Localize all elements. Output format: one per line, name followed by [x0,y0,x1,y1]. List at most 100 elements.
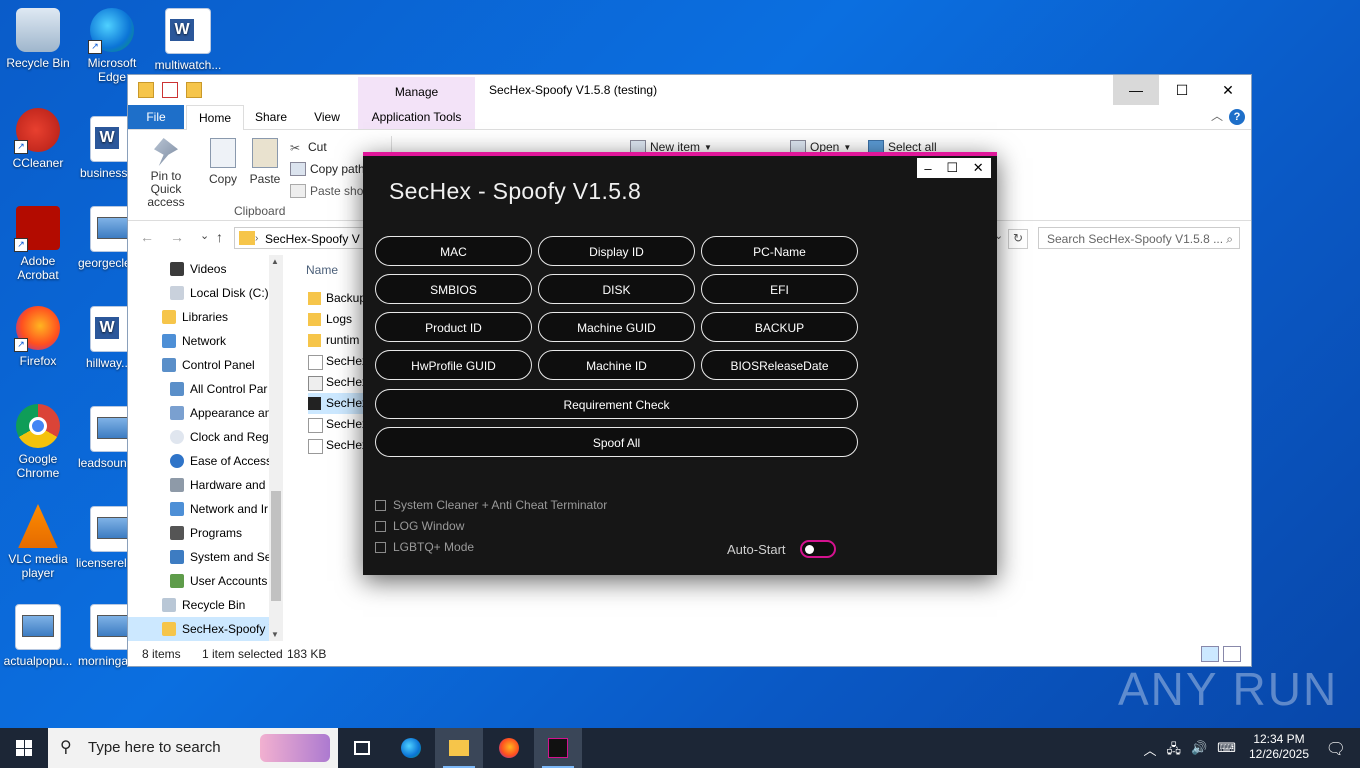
paste-button[interactable]: Paste [246,138,284,186]
paste-shortcut-button[interactable]: Paste short [290,184,371,198]
log-window-checkbox[interactable]: LOG Window [375,519,464,533]
tab-home[interactable]: Home [186,105,244,130]
close-button[interactable]: ✕ [1205,75,1251,105]
help-icon[interactable]: ? [1229,109,1245,125]
nav-item-local-disk[interactable]: Local Disk (C:) [128,281,269,305]
large-icons-view-icon[interactable] [1223,646,1241,662]
forward-arrow-icon[interactable]: → [170,229,184,245]
task-view-button[interactable] [338,728,386,768]
nav-item-ease-of-access[interactable]: Ease of Access [128,449,272,473]
volume-icon[interactable]: 🔊 [1191,740,1207,762]
file-row[interactable]: SecHex [308,435,368,456]
desktop-icon-licenserel[interactable]: licenserel... [66,506,137,570]
new-folder-icon[interactable] [186,82,202,98]
product-id-button[interactable]: Product ID [375,312,532,342]
file-row[interactable]: SecHex [308,393,368,414]
desktop-icon-firefox[interactable]: ↗ Firefox [0,306,76,368]
refresh-icon[interactable]: ↻ [1008,229,1028,249]
nav-item-hardware[interactable]: Hardware and [128,473,269,497]
tab-file[interactable]: File [128,105,184,129]
nav-scrollbar[interactable]: ▲ ▼ [269,255,283,641]
file-row[interactable]: Logs [308,309,352,330]
address-field[interactable]: › SecHex-Spoofy V [234,227,364,249]
desktop-icon-ccleaner[interactable]: ↗ CCleaner [0,108,76,170]
search-input[interactable]: Search SecHex-Spoofy V1.5.8 ... ⌕ [1038,227,1240,249]
chevron-up-icon[interactable]: ︿ [1211,107,1223,124]
desktop-icon-multiwatch[interactable]: W multiwatch... [150,8,226,72]
efi-button[interactable]: EFI [701,274,858,304]
file-row[interactable]: SecHex [308,414,368,435]
nav-item-all-control-panel[interactable]: All Control Par [128,377,269,401]
pin-to-quick-access-button[interactable]: Pin to Quick access [136,138,196,209]
nav-item-libraries[interactable]: Libraries [128,305,269,329]
checkbox-box[interactable] [375,520,386,532]
taskbar-firefox[interactable] [485,728,533,768]
desktop-icon-acrobat[interactable]: ↗ Adobe Acrobat [0,206,76,282]
up-arrow-icon[interactable]: ↑ [216,229,223,245]
cut-button[interactable]: ✂ Cut [290,140,327,155]
nav-item-network[interactable]: Network [128,329,269,353]
checkbox-box[interactable] [375,499,386,511]
machine-guid-button[interactable]: Machine GUID [538,312,695,342]
hwprofile-guid-button[interactable]: HwProfile GUID [375,350,532,380]
nav-item-appearance[interactable]: Appearance an [128,401,271,425]
chevron-up-icon[interactable]: ︿ [1144,740,1157,762]
nav-item-recycle-bin[interactable]: Recycle Bin [128,593,269,617]
desktop-icon-actualpopu[interactable]: actualpopu... [0,604,76,668]
taskbar-search-box[interactable]: ⚲ Type here to search [48,728,338,768]
machine-id-button[interactable]: Machine ID [538,350,695,380]
nav-item-user-accounts[interactable]: User Accounts [128,569,269,593]
desktop-icon-vlc[interactable]: VLC media player [0,504,76,580]
desktop-icon-hillway[interactable]: W hillway... [66,306,136,370]
network-icon[interactable]: 🖧 [1167,740,1182,762]
desktop-icon-georgecle[interactable]: georgecle... [66,206,141,270]
nav-item-system-security[interactable]: System and Se [128,545,271,569]
mac-button[interactable]: MAC [375,236,532,266]
tab-share[interactable]: Share [246,105,296,129]
minimize-icon[interactable]: – [924,161,931,176]
scrollbar-thumb[interactable] [271,491,281,601]
maximize-button[interactable]: ☐ [1159,75,1205,105]
auto-start-toggle[interactable] [800,540,836,558]
desktop-icon-business[interactable]: W business... [66,116,137,180]
column-header-name[interactable]: Name [306,263,338,277]
desktop-icon-leadsoun[interactable]: leadsoun... [66,406,137,470]
desktop-icon-edge[interactable]: ↗ Microsoft Edge [74,8,150,84]
taskbar-spoofy[interactable] [534,728,582,768]
nav-item-network-internet[interactable]: Network and Ir [128,497,269,521]
minimize-button[interactable]: — [1113,75,1159,105]
back-arrow-icon[interactable]: ← [140,229,154,245]
system-cleaner-checkbox[interactable]: System Cleaner + Anti Cheat Terminator [375,498,607,512]
scroll-down-icon[interactable]: ▼ [271,630,279,639]
folder-icon[interactable] [138,82,154,98]
requirement-check-button[interactable]: Requirement Check [375,389,858,419]
copy-button[interactable]: Copy [204,138,242,186]
tab-view[interactable]: View [302,105,352,129]
pc-name-button[interactable]: PC-Name [701,236,858,266]
close-icon[interactable]: ✕ [973,160,984,176]
checkbox-box[interactable] [375,541,386,553]
recent-locations-icon[interactable]: ⌄ [200,229,209,242]
display-id-button[interactable]: Display ID [538,236,695,266]
maximize-icon[interactable]: ☐ [946,160,958,176]
properties-icon[interactable] [162,82,178,98]
disk-button[interactable]: DISK [538,274,695,304]
copy-path-button[interactable]: Copy path [290,162,365,176]
spoof-all-button[interactable]: Spoof All [375,427,858,457]
language-icon[interactable]: ⌨ [1217,740,1236,762]
desktop-icon-morningar[interactable]: morningar... [66,604,141,668]
taskbar-edge[interactable] [387,728,435,768]
nav-item-sechex-spoofy[interactable]: SecHex-Spoofy V [128,617,277,641]
file-row[interactable]: SecHex [308,372,368,393]
nav-item-videos[interactable]: Videos [128,257,269,281]
details-view-icon[interactable] [1201,646,1219,662]
file-row[interactable]: runtim [308,330,359,351]
backup-button[interactable]: BACKUP [701,312,858,342]
start-button[interactable] [0,728,48,768]
scroll-up-icon[interactable]: ▲ [271,257,279,266]
nav-item-programs[interactable]: Programs [128,521,269,545]
tab-application-tools[interactable]: Application Tools [358,105,475,129]
nav-item-clock[interactable]: Clock and Regi [128,425,271,449]
smbios-button[interactable]: SMBIOS [375,274,532,304]
notification-icon[interactable]: 🗨 [1326,739,1346,759]
